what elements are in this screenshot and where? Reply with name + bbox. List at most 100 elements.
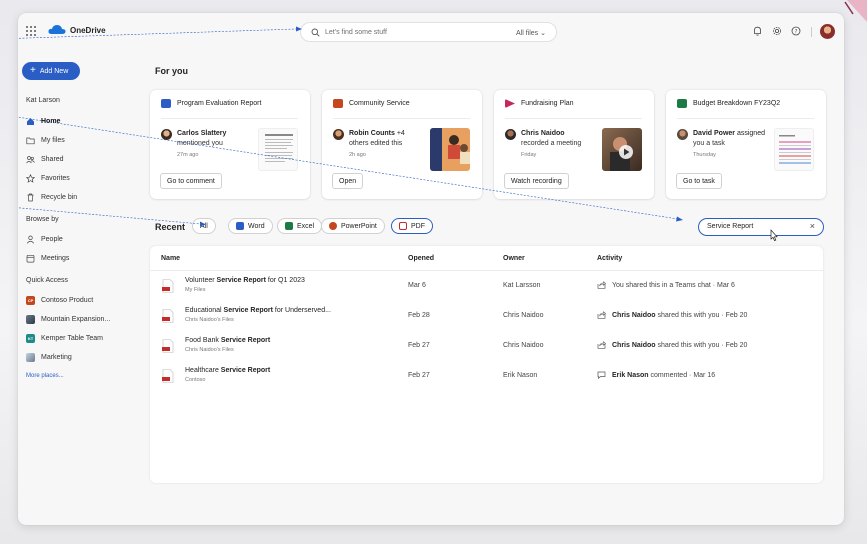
go-to-task-button[interactable]: Go to task <box>676 173 722 189</box>
top-bar: OneDrive Let's find some stuff All files… <box>18 13 844 51</box>
quick-access-contoso-product[interactable]: CP Contoso Product <box>26 294 93 306</box>
watch-recording-button[interactable]: Watch recording <box>504 173 569 189</box>
activity-text: Chris Naidoo shared this with you · Feb … <box>597 341 747 349</box>
excel-icon <box>285 222 293 230</box>
table-row[interactable]: Educational Service Report for Underserv… <box>150 301 823 331</box>
svg-text:?: ? <box>795 29 798 35</box>
sidebar-item-my-files[interactable]: My files <box>26 134 65 146</box>
help-icon[interactable]: ? <box>791 26 801 36</box>
header-divider <box>811 27 812 37</box>
sidebar-item-meetings[interactable]: Meetings <box>26 252 69 264</box>
owner-name: Erik Nason <box>503 372 538 379</box>
mountain-image-icon <box>26 314 35 324</box>
owner-name: Chris Naidoo <box>503 312 544 319</box>
mouse-pointer-icon <box>770 229 778 241</box>
people-icon <box>26 155 35 163</box>
opened-date: Mar 6 <box>408 282 426 289</box>
open-button[interactable]: Open <box>332 173 364 189</box>
file-location: Contoso <box>185 377 206 383</box>
add-new-button[interactable]: + Add New <box>22 62 80 80</box>
avatar <box>677 129 688 140</box>
search-icon <box>311 28 320 37</box>
card-program-evaluation[interactable]: Program Evaluation Report Carlos Slatter… <box>150 90 310 199</box>
powerpoint-file-icon <box>333 99 343 108</box>
sidebar-item-recycle-bin[interactable]: Recycle bin <box>26 191 77 203</box>
file-location: Chris Naidoo's Files <box>185 347 234 353</box>
card-budget-breakdown[interactable]: Budget Breakdown FY23Q2 David Power assi… <box>666 90 826 199</box>
opened-date: Feb 27 <box>408 372 430 379</box>
stream-video-icon <box>505 99 515 108</box>
sidebar-item-favorites[interactable]: Favorites <box>26 172 70 184</box>
card-community-service[interactable]: Community Service Robin Counts +4 others… <box>322 90 482 199</box>
recent-files-table: Name Opened Owner Activity Volunteer Ser… <box>150 246 823 483</box>
sidebar-item-home[interactable]: Home <box>26 115 60 127</box>
activity-text: You shared this in a Teams chat · Mar 6 <box>597 281 735 289</box>
table-row[interactable]: Food Bank Service Report Chris Naidoo's … <box>150 331 823 361</box>
filter-value: Service Report <box>707 223 754 230</box>
powerpoint-icon <box>329 222 337 230</box>
kemper-team-badge-icon: KT <box>26 333 35 343</box>
table-row[interactable]: Healthcare Service Report Contoso Feb 27… <box>150 361 823 391</box>
browse-by-heading: Browse by <box>26 216 59 223</box>
for-you-heading: For you <box>155 66 188 76</box>
video-thumbnail <box>602 128 642 171</box>
marketing-image-icon <box>26 352 35 362</box>
column-header-owner[interactable]: Owner <box>503 255 525 262</box>
column-header-opened[interactable]: Opened <box>408 255 434 262</box>
onedrive-window: OneDrive Let's find some stuff All files… <box>18 13 844 525</box>
gear-icon[interactable] <box>772 26 782 36</box>
quick-access-kemper-table-team[interactable]: KT Kemper Table Team <box>26 332 103 344</box>
filter-powerpoint-button[interactable]: PowerPoint <box>321 218 385 234</box>
brand-name: OneDrive <box>70 26 106 35</box>
file-location: My Files <box>185 287 206 293</box>
file-name: Healthcare Service Report <box>185 367 271 374</box>
owner-name: Chris Naidoo <box>503 342 544 349</box>
clear-filter-icon[interactable]: × <box>810 221 815 231</box>
card-fundraising-plan[interactable]: Fundraising Plan Chris Naidoo recorded a… <box>494 90 654 199</box>
word-file-icon <box>161 99 171 108</box>
search-scope-dropdown[interactable]: All files ⌄ <box>516 29 546 37</box>
filter-pdf-button[interactable]: PDF <box>391 218 433 234</box>
folder-icon <box>26 137 35 144</box>
activity-text: Chris Naidoo shared this with you · Feb … <box>597 311 747 319</box>
pdf-file-icon <box>162 339 174 353</box>
avatar <box>505 129 516 140</box>
opened-date: Feb 27 <box>408 342 430 349</box>
home-icon <box>27 117 34 125</box>
table-row[interactable]: Volunteer Service Report for Q1 2023 My … <box>150 271 823 301</box>
more-places-link[interactable]: More places... <box>26 373 64 379</box>
pdf-file-icon <box>162 279 174 293</box>
contoso-product-badge-icon: CP <box>26 295 35 305</box>
filter-all-button[interactable]: All <box>192 218 216 234</box>
avatar <box>161 129 172 140</box>
file-name: Volunteer Service Report for Q1 2023 <box>185 277 305 284</box>
file-location: Chris Naidoo's Files <box>185 317 234 323</box>
column-header-activity[interactable]: Activity <box>597 255 622 262</box>
plus-icon: + <box>30 65 36 76</box>
opened-date: Feb 28 <box>408 312 430 319</box>
spreadsheet-thumbnail <box>774 128 814 171</box>
owner-name: Kat Larsson <box>503 282 541 289</box>
column-header-name[interactable]: Name <box>161 255 180 262</box>
user-avatar[interactable] <box>820 24 835 39</box>
avatar <box>333 129 344 140</box>
bell-icon[interactable] <box>753 26 762 36</box>
quick-access-heading: Quick Access <box>26 277 69 284</box>
sidebar-item-people[interactable]: People <box>26 233 63 245</box>
app-launcher-icon[interactable] <box>26 26 36 36</box>
go-to-comment-button[interactable]: Go to comment <box>160 173 222 189</box>
comment-icon <box>597 371 606 379</box>
sidebar-item-shared[interactable]: Shared <box>26 153 64 165</box>
share-icon <box>597 311 606 319</box>
word-icon <box>236 222 244 230</box>
quick-access-marketing[interactable]: Marketing <box>26 351 72 363</box>
excel-file-icon <box>677 99 687 108</box>
filter-word-button[interactable]: Word <box>228 218 273 234</box>
quick-access-mountain-expansion[interactable]: Mountain Expansion... <box>26 313 110 325</box>
filter-excel-button[interactable]: Excel <box>277 218 323 234</box>
star-icon <box>26 173 35 183</box>
pdf-icon <box>399 222 407 230</box>
search-input[interactable]: Let's find some stuff All files ⌄ <box>300 22 557 42</box>
calendar-icon <box>26 254 35 262</box>
filter-by-name-input[interactable]: Service Report × <box>698 218 824 236</box>
